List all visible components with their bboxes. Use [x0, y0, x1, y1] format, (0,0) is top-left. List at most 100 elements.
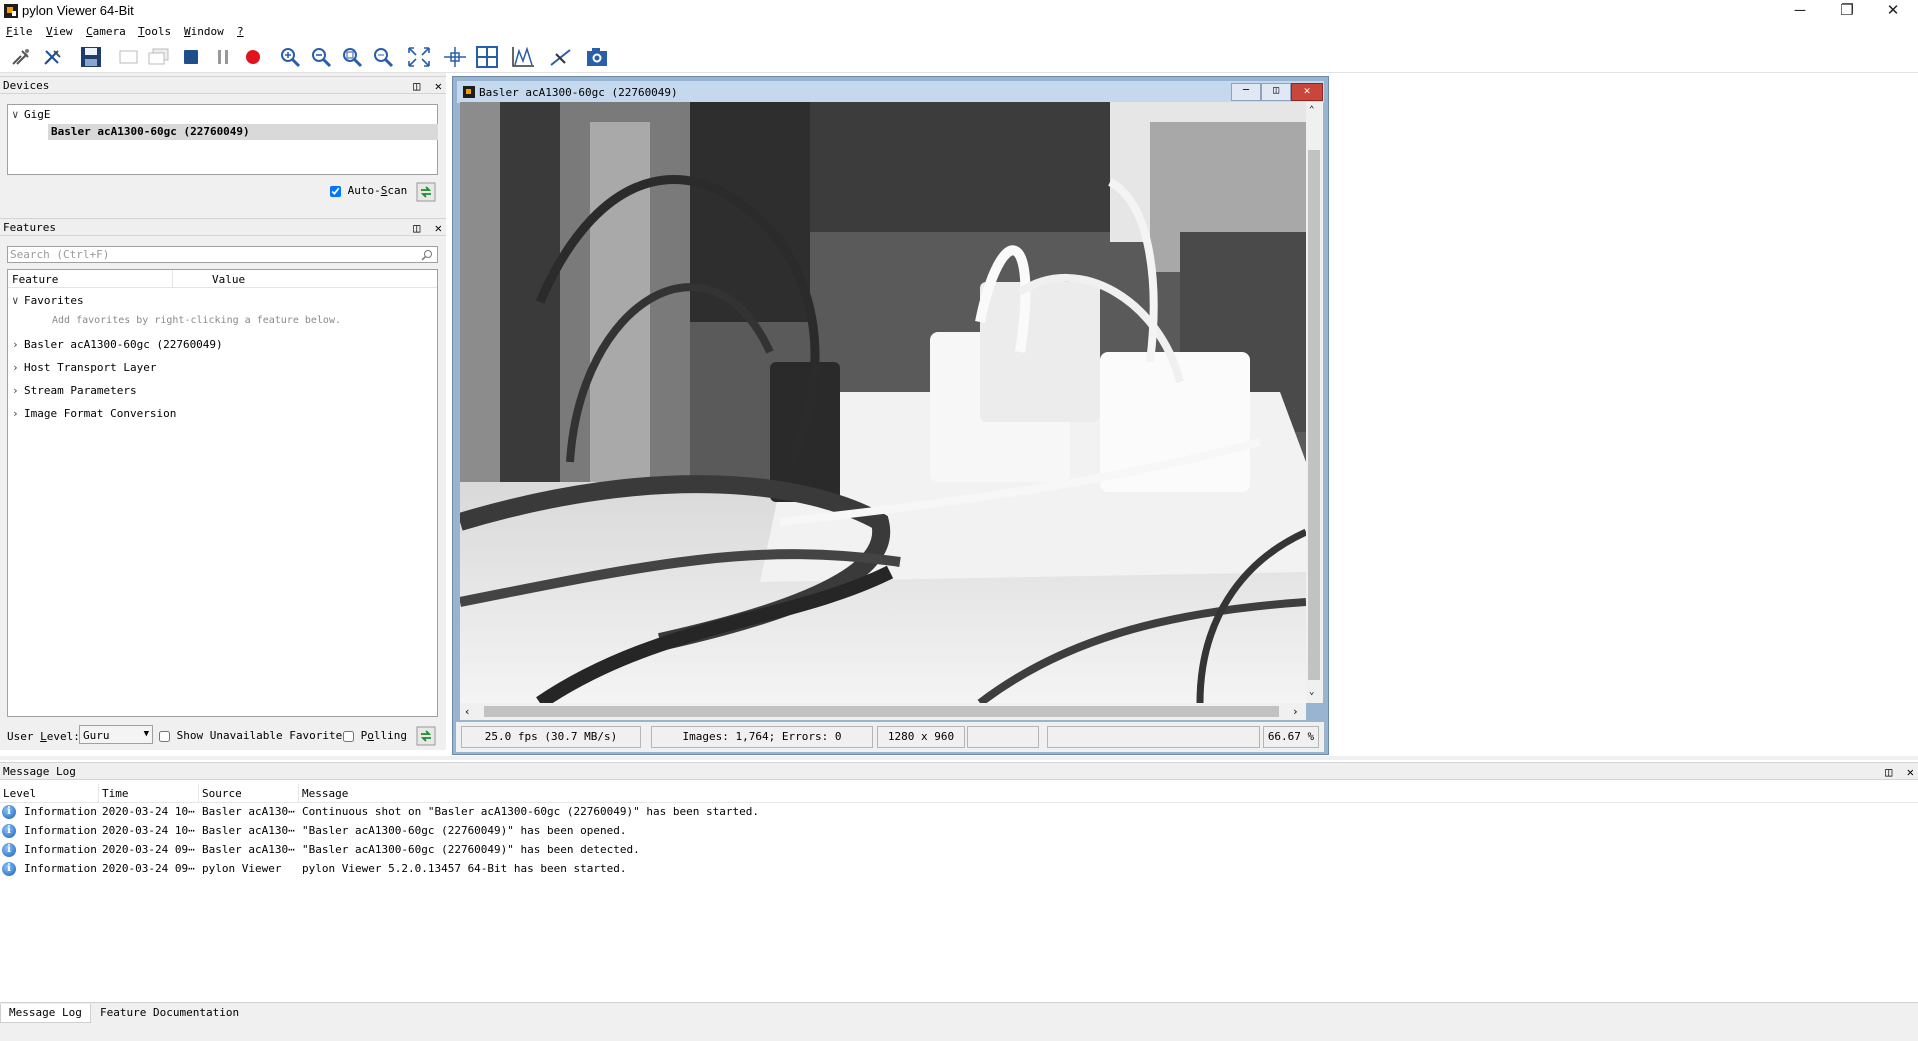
fullscreen-icon[interactable]: [406, 45, 432, 69]
menu-help[interactable]: ?: [237, 25, 244, 38]
menu-view[interactable]: View: [46, 25, 73, 38]
vertical-scroll-thumb[interactable]: [1308, 150, 1320, 680]
zoom-out-icon[interactable]: [308, 45, 334, 69]
status-fps: 25.0 fps (30.7 MB/s): [461, 726, 641, 748]
horizontal-scrollbar[interactable]: ‹ ›: [460, 703, 1306, 720]
tree-favorites[interactable]: ∨ Favorites: [12, 294, 84, 307]
histogram-icon[interactable]: [510, 45, 536, 69]
chevron-right-icon[interactable]: ›: [12, 361, 24, 374]
tab-feature-documentation[interactable]: Feature Documentation: [92, 1004, 247, 1022]
tree-category-stream[interactable]: › Stream Parameters: [12, 384, 137, 397]
col-value[interactable]: Value: [212, 273, 245, 286]
show-unavailable-checkbox[interactable]: Show Unavailable Favorites: [159, 729, 349, 742]
image-restore-button[interactable]: ◫: [1261, 83, 1291, 101]
window-title: pylon Viewer 64-Bit: [22, 3, 134, 18]
title-bar: pylon Viewer 64-Bit ─ ❐ ✕: [0, 0, 1918, 22]
user-level-label: User Level:: [7, 730, 80, 743]
restore-button[interactable]: ❐: [1830, 0, 1864, 22]
menu-tools[interactable]: Tools: [138, 25, 171, 38]
features-search-input[interactable]: Search (Ctrl+F): [7, 246, 438, 263]
features-header: Feature Value: [8, 270, 437, 288]
scroll-left-icon[interactable]: ‹: [464, 705, 471, 718]
close-camera-icon[interactable]: [40, 45, 66, 69]
close-panel-icon[interactable]: ✕: [1907, 765, 1914, 779]
zoom-fit-icon[interactable]: [339, 45, 365, 69]
undock-icon[interactable]: ◫: [413, 79, 420, 93]
features-panel-title: Features ◫ ✕: [0, 218, 446, 236]
auto-scan-checkbox[interactable]: Auto-Scan: [330, 184, 407, 197]
tree-group-gige[interactable]: ∨ GigE: [12, 108, 51, 121]
log-row[interactable]: i Information 2020-03-24 09⋯ Basler acA1…: [0, 841, 1918, 860]
horizontal-scroll-thumb[interactable]: [484, 706, 1279, 717]
grid-icon[interactable]: [474, 45, 500, 69]
status-images: Images: 1,764; Errors: 0: [651, 726, 873, 748]
save-icon[interactable]: [78, 45, 104, 69]
status-resolution: 1280 x 960: [877, 726, 965, 748]
center-crosshair-icon[interactable]: [442, 45, 468, 69]
stop-icon[interactable]: [178, 45, 204, 69]
polling-check[interactable]: [343, 730, 354, 742]
tab-message-log[interactable]: Message Log: [0, 1004, 91, 1023]
menu-window[interactable]: Window: [184, 25, 224, 38]
refresh-features-icon[interactable]: [416, 726, 436, 746]
log-col-message[interactable]: Message: [302, 787, 348, 800]
menu-file[interactable]: File: [6, 25, 33, 38]
close-panel-icon[interactable]: ✕: [435, 79, 442, 93]
zoom-100-icon[interactable]: [370, 45, 396, 69]
chevron-right-icon[interactable]: ›: [12, 338, 24, 351]
zoom-in-icon[interactable]: [277, 45, 303, 69]
undock-icon[interactable]: ◫: [413, 221, 420, 235]
log-col-source[interactable]: Source: [202, 787, 242, 800]
close-panel-icon[interactable]: ✕: [435, 221, 442, 235]
scroll-down-icon[interactable]: ⌄: [1309, 687, 1314, 697]
camera-snapshot-icon[interactable]: [584, 45, 610, 69]
image-window-icon: [463, 86, 475, 98]
features-tree: Feature Value ∨ Favorites Add favorites b…: [7, 269, 438, 717]
log-row[interactable]: i Information 2020-03-24 09⋯ pylon Viewe…: [0, 860, 1918, 879]
vertical-scrollbar[interactable]: ⌃ ⌄: [1306, 102, 1323, 703]
tree-category-format[interactable]: › Image Format Conversion: [12, 407, 176, 420]
log-col-time[interactable]: Time: [102, 787, 129, 800]
undock-icon[interactable]: ◫: [1885, 765, 1892, 779]
scroll-up-icon[interactable]: ⌃: [1309, 105, 1314, 115]
log-row[interactable]: i Information 2020-03-24 10⋯ Basler acA1…: [0, 822, 1918, 841]
col-feature[interactable]: Feature: [12, 273, 58, 286]
show-unavailable-check[interactable]: [159, 730, 170, 742]
device-item[interactable]: Basler acA1300-60gc (22760049): [48, 124, 438, 140]
single-shot-icon[interactable]: [116, 45, 142, 69]
tree-category-transport[interactable]: › Host Transport Layer: [12, 361, 156, 374]
log-row[interactable]: i Information 2020-03-24 10⋯ Basler acA1…: [0, 803, 1918, 822]
image-close-button[interactable]: ✕: [1291, 83, 1323, 101]
chevron-down-icon[interactable]: ∨: [12, 108, 24, 121]
tree-category-device[interactable]: › Basler acA1300-60gc (22760049): [12, 338, 223, 351]
refresh-devices-icon[interactable]: [416, 182, 436, 202]
line-profile-icon[interactable]: [548, 45, 574, 69]
info-icon: i: [2, 843, 16, 857]
message-log-title: Message Log ◫ ✕: [0, 762, 1918, 780]
user-level-select[interactable]: Guru ▼: [79, 725, 153, 744]
image-minimize-button[interactable]: ─: [1231, 83, 1261, 101]
info-icon: i: [2, 824, 16, 838]
chevron-right-icon[interactable]: ›: [12, 384, 24, 397]
pause-icon[interactable]: [210, 45, 236, 69]
image-window-titlebar: Basler acA1300-60gc (22760049) ─ ◫ ✕: [457, 81, 1324, 103]
message-log-title-text: Message Log: [3, 765, 76, 778]
menu-camera[interactable]: Camera: [86, 25, 126, 38]
scroll-right-icon[interactable]: ›: [1292, 705, 1299, 718]
polling-checkbox[interactable]: Polling: [343, 729, 407, 742]
continuous-shot-icon[interactable]: [146, 45, 172, 69]
info-icon: i: [2, 862, 16, 876]
chevron-down-icon[interactable]: ▼: [144, 729, 149, 739]
search-icon[interactable]: [421, 249, 433, 261]
auto-scan-check[interactable]: [330, 185, 341, 197]
chevron-down-icon[interactable]: ∨: [12, 294, 24, 307]
log-col-level[interactable]: Level: [3, 787, 36, 800]
splitter[interactable]: [0, 756, 1918, 760]
chevron-right-icon[interactable]: ›: [12, 407, 24, 420]
devices-title: Devices: [3, 79, 50, 92]
open-camera-icon[interactable]: [8, 45, 34, 69]
minimize-button[interactable]: ─: [1783, 0, 1817, 22]
camera-image[interactable]: [460, 102, 1306, 703]
record-icon[interactable]: [240, 45, 266, 69]
close-button[interactable]: ✕: [1876, 0, 1910, 22]
